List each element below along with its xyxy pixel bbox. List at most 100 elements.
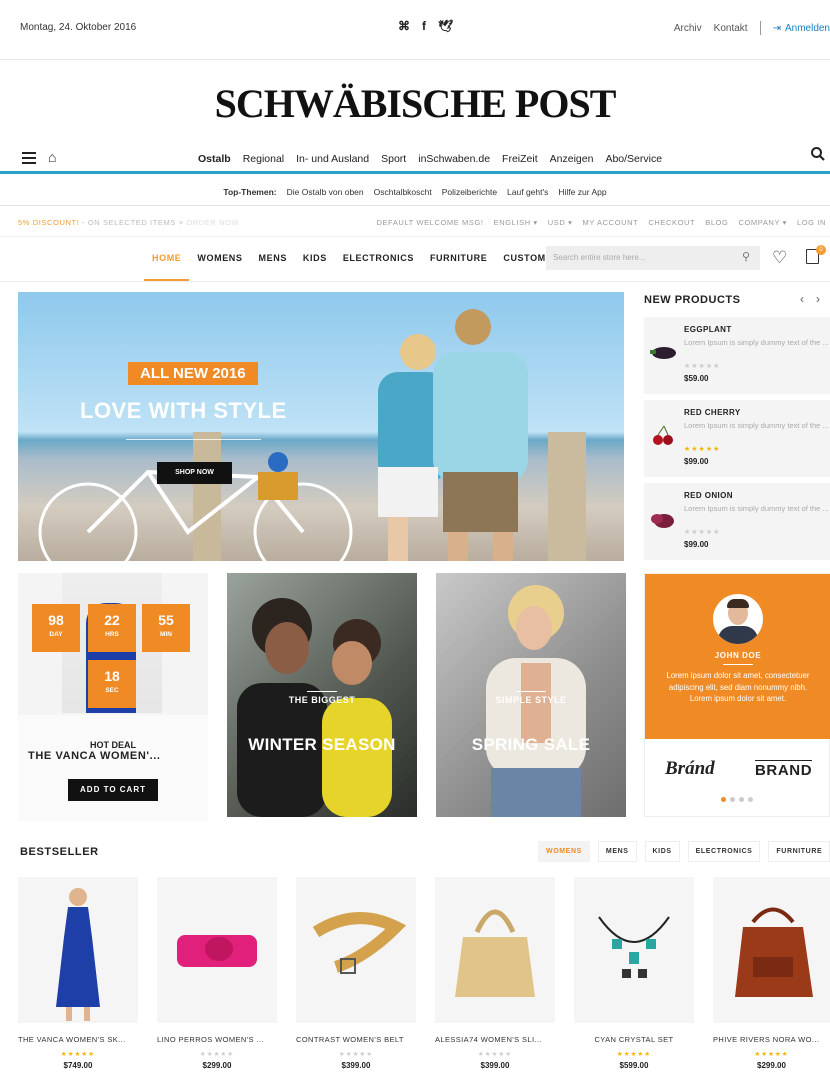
brand-logo-2[interactable]: BRAND	[755, 760, 813, 779]
deal-product-name[interactable]: THE VANCA WOMEN'...	[28, 750, 161, 762]
product-item[interactable]: RED CHERRY Lorem Ipsum is simply dummy t…	[644, 400, 830, 477]
top-theme-link[interactable]: Polizeiberichte	[442, 187, 497, 197]
menu-kids[interactable]: KIDS	[303, 253, 327, 263]
my-account-link[interactable]: MY ACCOUNT	[582, 218, 638, 227]
bestseller-title: BESTSELLER	[20, 846, 99, 858]
product-name: CYAN CRYSTAL SET	[594, 1035, 674, 1044]
nav-ostalb[interactable]: Ostalb	[198, 153, 231, 165]
cherry-thumb	[653, 426, 673, 445]
wishlist-icon[interactable]: ♡	[772, 248, 787, 268]
product-card[interactable]: ALESSIA74 WOMEN'S SLI... ★★★★★ $399.00	[435, 877, 555, 1070]
blog-link[interactable]: BLOG	[705, 218, 728, 227]
header-links: Archiv Kontakt ⇥ Anmelden	[674, 21, 830, 35]
spring-sale-banner[interactable]: SIMPLE STYLE SPRING SALE	[436, 573, 626, 817]
home-icon[interactable]: ⌂	[48, 149, 56, 165]
archiv-link[interactable]: Archiv	[674, 23, 702, 34]
top-theme-link[interactable]: Lauf geht's	[507, 187, 548, 197]
top-theme-link[interactable]: Hilfe zur App	[558, 187, 606, 197]
nav-freizeit[interactable]: FreiZeit	[502, 153, 538, 165]
store-topbar: 5% DISCOUNT! - ON SELECTED ITEMS > ORDER…	[0, 207, 830, 237]
dot[interactable]	[730, 797, 735, 802]
product-name: LINO PERROS WOMEN'S ...	[157, 1035, 264, 1044]
rating-stars: ★★★★★	[199, 1051, 235, 1058]
nav-ausland[interactable]: In- und Ausland	[296, 153, 369, 165]
login-link[interactable]: ⇥ Anmelden	[773, 23, 830, 34]
currency-select[interactable]: USD ▾	[548, 218, 573, 227]
dot[interactable]	[739, 797, 744, 802]
facebook-icon[interactable]: f	[422, 19, 426, 33]
countdown-hours: 22 HRS	[88, 604, 136, 652]
store-search-input[interactable]: Search entire store here... ⚲	[546, 246, 760, 270]
product-item[interactable]: EGGPLANT Lorem Ipsum is simply dummy tex…	[644, 317, 830, 394]
newspaper-topbar: Montag, 24. Oktober 2016 ⌘ f 🕊 Archiv Ko…	[0, 0, 830, 60]
tab-kids[interactable]: KIDS	[644, 841, 680, 862]
menu-mens[interactable]: MENS	[259, 253, 287, 263]
divider	[723, 664, 753, 665]
eggplant-thumb	[650, 347, 676, 359]
nav-abo[interactable]: Abo/Service	[605, 153, 662, 165]
language-select[interactable]: ENGLISH ▾	[494, 218, 538, 227]
top-themes-label: Top-Themen:	[223, 186, 277, 197]
menu-home[interactable]: HOME	[143, 253, 190, 281]
search-icon[interactable]	[810, 146, 826, 167]
product-image	[157, 877, 277, 1023]
kontakt-link[interactable]: Kontakt	[714, 23, 748, 34]
newspaper-logo[interactable]: SCHWÄBISCHE POST	[0, 80, 830, 127]
store-links: DEFAULT WELCOME MSG! ENGLISH ▾ USD ▾ MY …	[376, 218, 826, 227]
date-label: Montag, 24. Oktober 2016	[20, 22, 137, 33]
menu-womens[interactable]: WOMENS	[197, 253, 242, 263]
rss-icon[interactable]: ⌘	[398, 19, 410, 33]
product-item[interactable]: RED ONION Lorem Ipsum is simply dummy te…	[644, 483, 830, 560]
countdown-minutes: 55 MIN	[142, 604, 190, 652]
avatar	[713, 594, 763, 644]
carousel-dots	[721, 797, 753, 802]
product-card[interactable]: CYAN CRYSTAL SET ★★★★★ $599.00	[574, 877, 694, 1070]
nav-anzeigen[interactable]: Anzeigen	[550, 153, 594, 165]
winter-season-banner[interactable]: THE BIGGEST WINTER SEASON	[227, 573, 417, 817]
product-name: EGGPLANT	[684, 325, 732, 334]
dot[interactable]	[748, 797, 753, 802]
shop-now-button[interactable]: SHOP NOW	[157, 462, 232, 484]
nav-inschwaben[interactable]: inSchwaben.de	[418, 153, 490, 165]
product-card[interactable]: THE VANCA WOMEN'S SK... ★★★★★ $749.00	[18, 877, 138, 1070]
hero-banner[interactable]: ALL NEW 2016 LOVE WITH STYLE SHOP NOW	[18, 292, 624, 561]
search-icon[interactable]: ⚲	[742, 250, 750, 263]
tab-mens[interactable]: MENS	[597, 841, 637, 862]
product-price: $399.00	[480, 1061, 510, 1070]
product-image	[296, 877, 416, 1023]
store-nav: HOME WOMENS MENS KIDS ELECTRONICS FURNIT…	[0, 238, 830, 282]
menu-icon[interactable]	[22, 152, 36, 164]
checkout-link[interactable]: CHECKOUT	[648, 218, 695, 227]
product-card[interactable]: CONTRAST WOMEN'S BELT ★★★★★ $399.00	[296, 877, 416, 1070]
dot[interactable]	[721, 797, 726, 802]
login-link[interactable]: LOG IN	[797, 218, 826, 227]
brand-logo-1[interactable]: Bránd	[665, 758, 715, 780]
add-to-cart-button[interactable]: ADD TO CART	[68, 779, 158, 801]
product-card[interactable]: PHIVE RIVERS NORA WO... ★★★★★ $299.00	[713, 877, 830, 1070]
bestseller-tabs: WOMENS MENS KIDS ELECTRONICS FURNITURE	[538, 841, 830, 862]
rating-stars: ★★★★★	[338, 1051, 374, 1058]
product-desc: Lorem Ipsum is simply dummy text of the …	[684, 504, 829, 513]
menu-custom[interactable]: CUSTOM	[503, 253, 545, 263]
welcome-msg: DEFAULT WELCOME MSG!	[376, 218, 484, 227]
tab-electronics[interactable]: ELECTRONICS	[687, 841, 761, 862]
nav-sport[interactable]: Sport	[381, 153, 406, 165]
tab-furniture[interactable]: FURNITURE	[768, 841, 830, 862]
top-theme-link[interactable]: Oschtalbkoscht	[374, 187, 432, 197]
menu-furniture[interactable]: FURNITURE	[430, 253, 487, 263]
top-theme-link[interactable]: Die Ostalb von oben	[287, 187, 364, 197]
product-name: THE VANCA WOMEN'S SK...	[18, 1035, 126, 1044]
hero-title: LOVE WITH STYLE	[80, 398, 287, 423]
nav-regional[interactable]: Regional	[243, 153, 284, 165]
promo-text[interactable]: 5% DISCOUNT! - ON SELECTED ITEMS > ORDER…	[18, 218, 239, 227]
product-card[interactable]: LINO PERROS WOMEN'S ... ★★★★★ $299.00	[157, 877, 277, 1070]
next-arrow-icon[interactable]: ›	[816, 292, 820, 306]
carousel-arrows: ‹ ›	[800, 292, 820, 306]
prev-arrow-icon[interactable]: ‹	[800, 292, 804, 306]
company-menu[interactable]: COMPANY ▾	[738, 218, 786, 227]
product-price: $299.00	[202, 1061, 232, 1070]
tab-womens[interactable]: WOMENS	[538, 841, 590, 862]
twitter-icon[interactable]: 🕊	[438, 19, 453, 33]
menu-electronics[interactable]: ELECTRONICS	[343, 253, 414, 263]
product-image	[574, 877, 694, 1023]
